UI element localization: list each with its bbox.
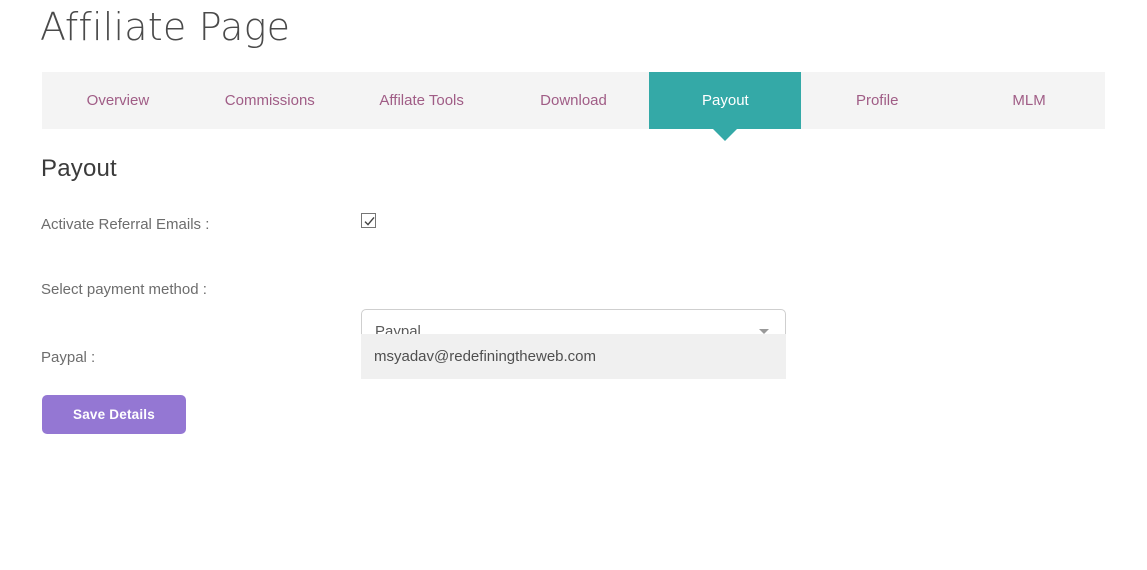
tab-label: MLM	[1012, 92, 1046, 109]
paypal-account-label: Paypal :	[41, 349, 96, 366]
section-heading: Payout	[41, 155, 117, 182]
payout-form: Activate Referral Emails : Select paymen…	[0, 205, 1147, 383]
referral-emails-checkbox[interactable]	[361, 213, 376, 228]
tab-label: Profile	[855, 92, 899, 109]
tab-label: Payout	[702, 92, 749, 109]
tab-payout[interactable]: Payout	[649, 72, 802, 141]
form-row-referral-emails: Activate Referral Emails :	[0, 205, 1147, 257]
tab-affilate-tools[interactable]: Affilate Tools	[346, 72, 498, 129]
tab-label: Commissions	[224, 92, 315, 109]
payment-method-label: Select payment method :	[41, 281, 207, 298]
tab-label: Affilate Tools	[379, 92, 464, 109]
referral-emails-label: Activate Referral Emails :	[41, 216, 210, 233]
tab-download[interactable]: Download	[498, 72, 650, 129]
paypal-account-control: msyadav@redefiningtheweb.com	[361, 334, 786, 379]
tab-commissions[interactable]: Commissions	[194, 72, 346, 129]
page-title: Affiliate Page	[40, 5, 291, 49]
form-row-payment-method: Select payment method : Paypal	[0, 257, 1147, 353]
tab-bar: Overview Commissions Affilate Tools Down…	[42, 72, 1105, 141]
checkmark-icon	[364, 216, 375, 226]
save-details-button[interactable]: Save Details	[42, 395, 186, 434]
active-tab-arrow-icon	[713, 129, 738, 141]
form-row-paypal-account: Paypal : msyadav@redefiningtheweb.com	[0, 321, 1147, 383]
paypal-email-value: msyadav@redefiningtheweb.com	[374, 348, 597, 365]
paypal-email-input[interactable]: msyadav@redefiningtheweb.com	[361, 334, 786, 379]
tab-profile[interactable]: Profile	[801, 72, 953, 129]
referral-emails-control	[361, 213, 376, 228]
tab-mlm[interactable]: MLM	[953, 72, 1105, 129]
tab-label: Download	[540, 92, 607, 109]
tab-overview[interactable]: Overview	[42, 72, 194, 129]
tab-label: Overview	[86, 92, 150, 109]
